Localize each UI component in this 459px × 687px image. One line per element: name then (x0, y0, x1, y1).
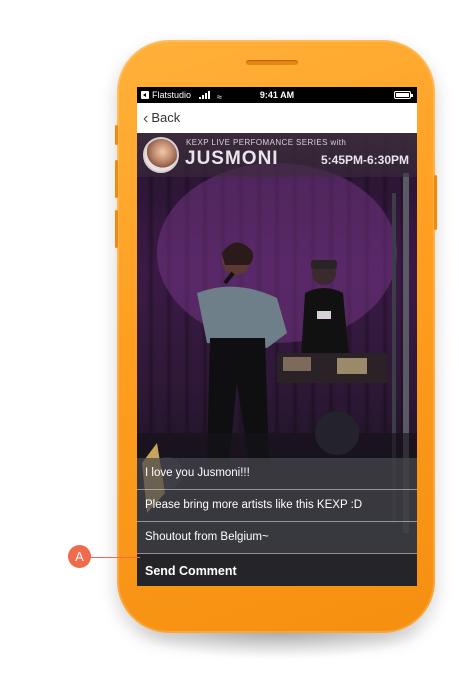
send-comment-button[interactable]: Send Comment (137, 554, 417, 586)
volume-up-button (115, 160, 118, 198)
artist-name: JUSMONI (185, 148, 279, 169)
earpiece-speaker (246, 60, 298, 65)
back-button-label: Back (151, 110, 181, 125)
comment-item: Please bring more artists like this KEXP… (137, 490, 417, 522)
battery-icon (394, 91, 413, 99)
back-button[interactable]: ‹ Back (143, 103, 180, 133)
navigation-bar: ‹ Back (137, 103, 417, 134)
power-button (434, 175, 437, 230)
phone-screen: Flatstudio ≈ 9:41 AM ‹ Back KEXP LIVE PE… (137, 87, 417, 586)
volume-down-button (115, 210, 118, 248)
comment-item: I love you Jusmoni!!! (137, 458, 417, 490)
comment-item: Shoutout from Belgium~ (137, 522, 417, 554)
mute-switch (115, 125, 118, 145)
chevron-left-icon: ‹ (143, 110, 149, 127)
status-time: 9:41 AM (259, 90, 295, 100)
series-label: KEXP LIVE PERFOMANCE SERIES with (186, 138, 347, 147)
status-bar: Flatstudio ≈ 9:41 AM (137, 87, 417, 103)
callout-line (90, 557, 140, 558)
artist-avatar[interactable] (143, 137, 179, 173)
comments-panel: I love you Jusmoni!!! Please bring more … (137, 458, 417, 586)
stream-header: KEXP LIVE PERFOMANCE SERIES with JUSMONI… (137, 133, 417, 177)
performance-time: 5:45PM-6:30PM (320, 153, 409, 167)
live-stream-video[interactable]: KEXP LIVE PERFOMANCE SERIES with JUSMONI… (137, 133, 417, 586)
callout-badge: A (68, 545, 91, 568)
